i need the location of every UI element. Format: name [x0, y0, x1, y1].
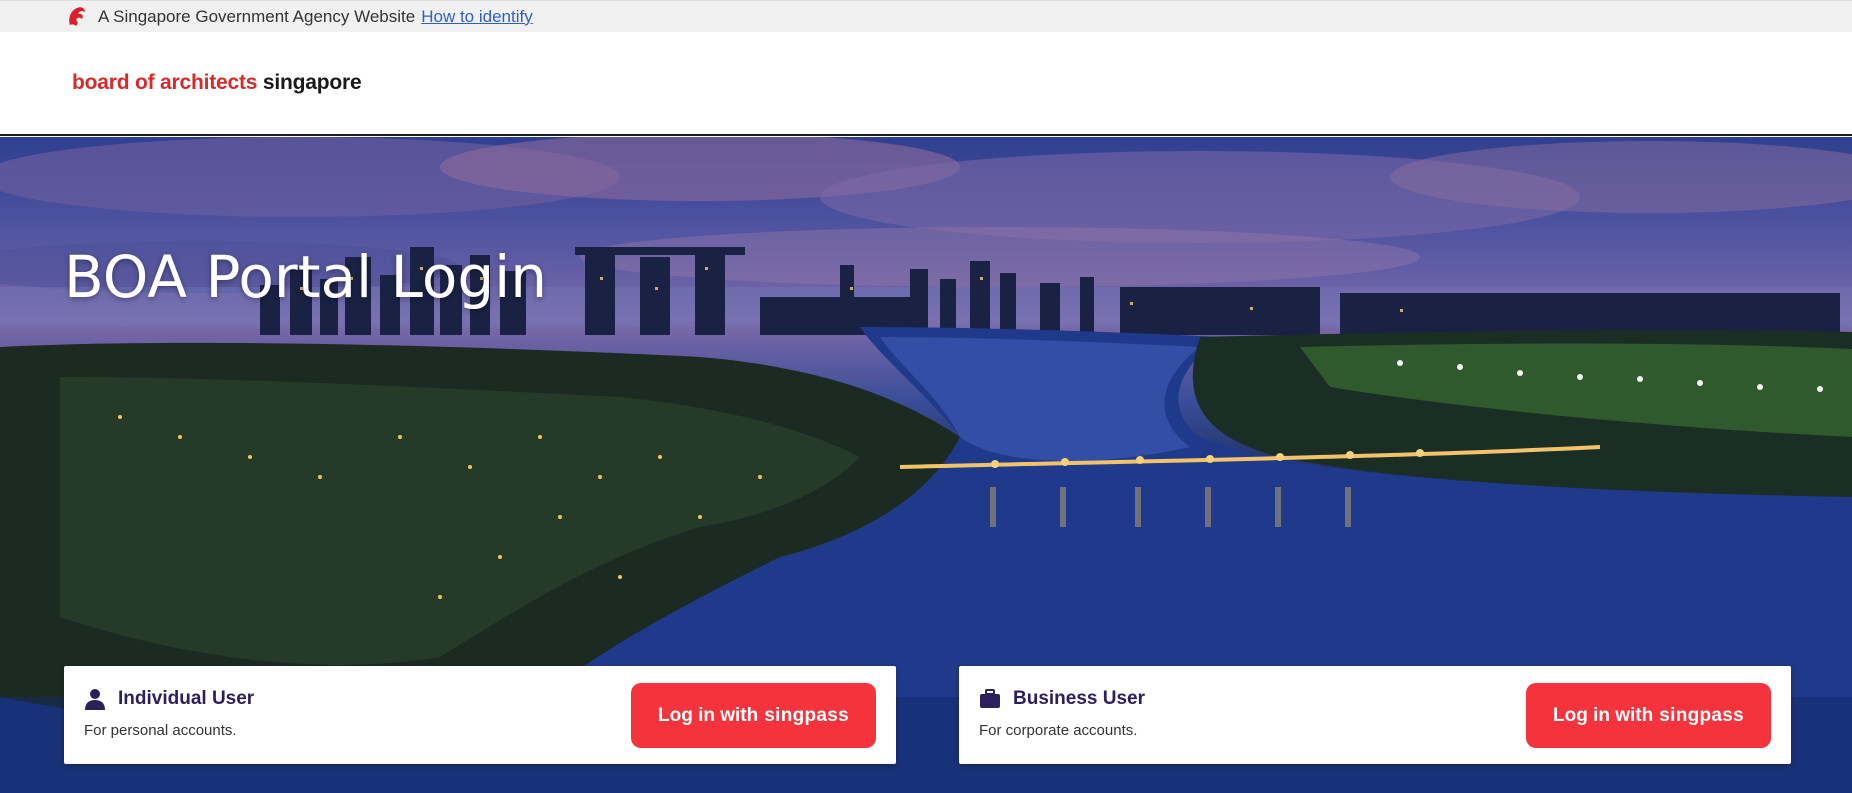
singpass-logo: singpass	[764, 704, 850, 726]
boa-logo[interactable]: board of architects singapore	[72, 71, 362, 95]
individual-user-card: Individual User For personal accounts. L…	[64, 666, 896, 764]
login-button-prefix: Log in with	[1552, 704, 1654, 726]
individual-singpass-login-button[interactable]: Log in with singpass	[631, 683, 876, 748]
individual-user-description: For personal accounts.	[84, 722, 237, 739]
site-header: board of architects singapore	[0, 32, 1852, 136]
business-user-label: Business User	[1013, 688, 1146, 709]
page-title: BOA Portal Login	[64, 243, 548, 311]
person-icon	[84, 688, 106, 710]
business-user-description: For corporate accounts.	[979, 722, 1138, 739]
how-to-identify-link[interactable]: How to identify	[421, 7, 533, 27]
logo-text-dark: singapore	[262, 71, 362, 94]
briefcase-icon	[979, 688, 1001, 710]
individual-user-title: Individual User	[84, 688, 254, 710]
login-button-prefix: Log in with	[657, 704, 759, 726]
gov-masthead: A Singapore Government Agency Website Ho…	[0, 0, 1852, 32]
individual-user-label: Individual User	[118, 688, 255, 709]
logo-text-red: board of architects	[72, 71, 258, 94]
business-singpass-login-button[interactable]: Log in with singpass	[1526, 683, 1771, 748]
masthead-text: A Singapore Government Agency Website	[98, 6, 416, 26]
business-user-title: Business User	[979, 688, 1145, 710]
singapore-lion-icon	[66, 5, 88, 29]
business-user-card: Business User For corporate accounts. Lo…	[959, 666, 1791, 764]
singpass-logo: singpass	[1659, 704, 1745, 726]
